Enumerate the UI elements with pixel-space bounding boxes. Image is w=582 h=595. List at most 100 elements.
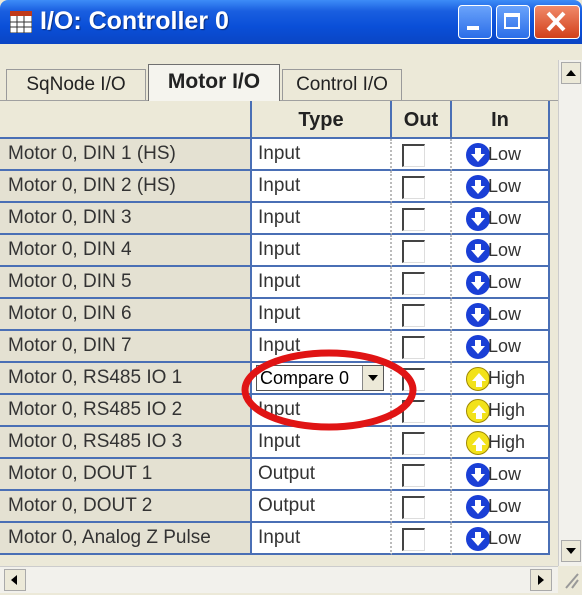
table-row[interactable]: Motor 0, DIN 6 Input Low xyxy=(0,299,550,331)
title-bar[interactable]: I/O: Controller 0 xyxy=(0,0,582,44)
scroll-down-button[interactable] xyxy=(561,540,581,562)
in-level-label: Low xyxy=(488,304,522,324)
out-cell xyxy=(392,267,452,299)
table-row[interactable]: Motor 0, DOUT 1 Output Low xyxy=(0,459,550,491)
type-cell[interactable]: Input xyxy=(252,139,392,171)
column-header-type[interactable]: Type xyxy=(252,101,392,139)
type-cell[interactable]: Input xyxy=(252,523,392,555)
out-checkbox[interactable] xyxy=(402,528,425,551)
in-cell: Low xyxy=(452,459,550,491)
out-checkbox[interactable] xyxy=(402,208,425,231)
type-dropdown-value: Compare 0 xyxy=(260,368,350,388)
arrow-down-circle-icon xyxy=(466,143,490,167)
close-button[interactable] xyxy=(534,5,580,39)
out-checkbox[interactable] xyxy=(402,368,425,391)
minimize-button[interactable] xyxy=(458,5,492,39)
out-cell xyxy=(392,427,452,459)
scroll-right-button[interactable] xyxy=(530,569,552,591)
in-cell: Low xyxy=(452,235,550,267)
io-name-cell: Motor 0, DOUT 1 xyxy=(0,459,252,491)
type-cell[interactable]: Input xyxy=(252,235,392,267)
in-cell: High xyxy=(452,363,550,395)
in-cell: Low xyxy=(452,331,550,363)
out-checkbox[interactable] xyxy=(402,432,425,455)
out-checkbox[interactable] xyxy=(402,336,425,359)
in-level-label: Low xyxy=(488,464,522,484)
out-checkbox[interactable] xyxy=(402,304,425,327)
out-checkbox[interactable] xyxy=(402,272,425,295)
out-cell xyxy=(392,203,452,235)
table-row[interactable]: Motor 0, DIN 4 Input Low xyxy=(0,235,550,267)
table-row[interactable]: Motor 0, DIN 2 (HS) Input Low xyxy=(0,171,550,203)
maximize-icon xyxy=(504,13,520,29)
tab-control-io[interactable]: Control I/O xyxy=(282,69,402,100)
table-row[interactable]: Motor 0, Analog Z Pulse Input Low xyxy=(0,523,550,555)
column-header-out[interactable]: Out xyxy=(392,101,452,139)
type-cell[interactable]: Input xyxy=(252,299,392,331)
in-level-label: High xyxy=(488,432,526,452)
type-cell[interactable]: Output xyxy=(252,491,392,523)
io-controller-window: I/O: Controller 0 SqNode I/O Motor I/O C… xyxy=(0,0,582,595)
type-cell[interactable]: Input xyxy=(252,395,392,427)
minimize-icon xyxy=(467,26,479,30)
out-cell xyxy=(392,171,452,203)
table-row[interactable]: Motor 0, RS485 IO 2 Input High xyxy=(0,395,550,427)
maximize-button[interactable] xyxy=(496,5,530,39)
table-row[interactable]: Motor 0, DIN 7 Input Low xyxy=(0,331,550,363)
out-cell xyxy=(392,299,452,331)
io-name-cell: Motor 0, DIN 5 xyxy=(0,267,252,299)
in-level-label: Low xyxy=(488,496,522,516)
tab-sqnode-io[interactable]: SqNode I/O xyxy=(6,69,146,100)
horizontal-scrollbar[interactable] xyxy=(0,566,558,593)
type-cell[interactable]: Compare 0 xyxy=(252,363,392,395)
table-row[interactable]: Motor 0, RS485 IO 1 Compare 0 High xyxy=(0,363,550,395)
io-name-cell: Motor 0, DIN 1 (HS) xyxy=(0,139,252,171)
in-cell: Low xyxy=(452,491,550,523)
in-level-label: Low xyxy=(488,240,522,260)
vertical-scrollbar[interactable] xyxy=(558,60,582,566)
type-cell[interactable]: Output xyxy=(252,459,392,491)
in-level-label: Low xyxy=(488,336,522,356)
out-checkbox[interactable] xyxy=(402,496,425,519)
arrow-up-circle-icon xyxy=(466,431,490,455)
column-header-in[interactable]: In xyxy=(452,101,550,139)
table-row[interactable]: Motor 0, DIN 3 Input Low xyxy=(0,203,550,235)
out-checkbox[interactable] xyxy=(402,176,425,199)
out-cell xyxy=(392,331,452,363)
io-name-cell: Motor 0, RS485 IO 1 xyxy=(0,363,252,395)
resize-grip-icon[interactable] xyxy=(560,568,580,590)
type-cell[interactable]: Input xyxy=(252,171,392,203)
out-checkbox[interactable] xyxy=(402,240,425,263)
type-cell[interactable]: Input xyxy=(252,427,392,459)
io-name-cell: Motor 0, RS485 IO 2 xyxy=(0,395,252,427)
io-name-cell: Motor 0, Analog Z Pulse xyxy=(0,523,252,555)
table-row[interactable]: Motor 0, DIN 5 Input Low xyxy=(0,267,550,299)
tab-motor-io[interactable]: Motor I/O xyxy=(148,64,280,101)
out-checkbox[interactable] xyxy=(402,400,425,423)
io-name-cell: Motor 0, DIN 2 (HS) xyxy=(0,171,252,203)
io-name-cell: Motor 0, RS485 IO 3 xyxy=(0,427,252,459)
column-header-name[interactable] xyxy=(0,101,252,139)
table-row[interactable]: Motor 0, DIN 1 (HS) Input Low xyxy=(0,139,550,171)
table-row[interactable]: Motor 0, RS485 IO 3 Input High xyxy=(0,427,550,459)
type-cell[interactable]: Input xyxy=(252,331,392,363)
in-cell: Low xyxy=(452,171,550,203)
in-cell: Low xyxy=(452,203,550,235)
scroll-up-button[interactable] xyxy=(561,62,581,84)
out-cell xyxy=(392,395,452,427)
table-row[interactable]: Motor 0, DOUT 2 Output Low xyxy=(0,491,550,523)
chevron-down-icon[interactable] xyxy=(362,366,383,390)
out-cell xyxy=(392,523,452,555)
type-dropdown[interactable]: Compare 0 xyxy=(256,365,384,391)
out-cell xyxy=(392,491,452,523)
io-grid-icon xyxy=(10,11,32,33)
out-checkbox[interactable] xyxy=(402,464,425,487)
type-cell[interactable]: Input xyxy=(252,203,392,235)
type-cell[interactable]: Input xyxy=(252,267,392,299)
arrow-down-circle-icon xyxy=(466,303,490,327)
scroll-left-button[interactable] xyxy=(4,569,26,591)
out-checkbox[interactable] xyxy=(402,144,425,167)
arrow-down-circle-icon xyxy=(466,239,490,263)
io-name-cell: Motor 0, DIN 7 xyxy=(0,331,252,363)
in-cell: High xyxy=(452,395,550,427)
